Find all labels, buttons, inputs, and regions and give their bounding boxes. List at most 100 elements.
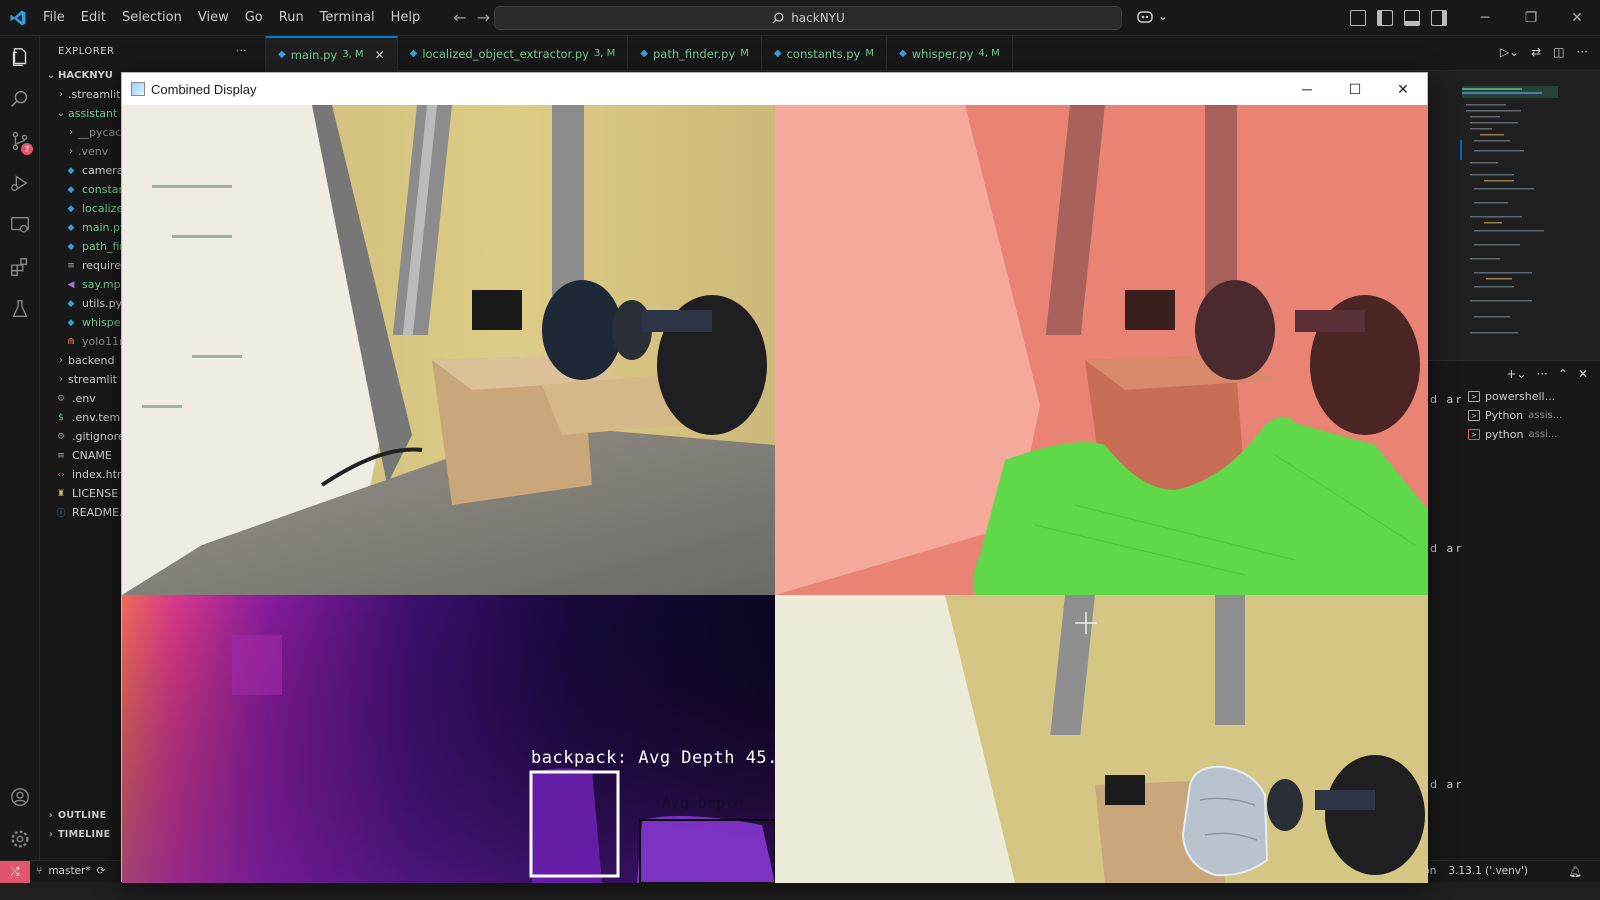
tree-item-label: LICENSE bbox=[72, 487, 119, 500]
remote-explorer-icon[interactable] bbox=[0, 204, 40, 246]
depth-map-view: backpack: Avg Depth 45.12 Avg Depth bbox=[122, 595, 775, 883]
toggle-primary-sidebar-icon[interactable] bbox=[1377, 10, 1393, 26]
terminal-icon: > bbox=[1468, 410, 1480, 421]
run-file-icon[interactable]: ▷⌄ bbox=[1500, 45, 1519, 59]
minimap[interactable] bbox=[1460, 80, 1560, 360]
run-debug-icon[interactable] bbox=[0, 162, 40, 204]
window-maximize-icon[interactable]: ☐ bbox=[1331, 73, 1379, 105]
forward-arrow-icon[interactable]: → bbox=[477, 8, 490, 27]
tree-item-label: utils.py bbox=[82, 297, 123, 310]
settings-gear-icon[interactable] bbox=[0, 818, 40, 860]
notifications-bell-icon[interactable]: 🔔︎ bbox=[1569, 865, 1582, 878]
dollar-file-icon: $ bbox=[58, 412, 64, 423]
html-file-icon: ‹› bbox=[57, 469, 65, 480]
python-file-icon: ◆ bbox=[409, 48, 418, 59]
terminal-icon: > bbox=[1468, 429, 1480, 440]
py-file-icon: ◆ bbox=[67, 222, 75, 233]
maximize-panel-icon[interactable]: ⌃ bbox=[1558, 367, 1568, 381]
customize-layout-icon[interactable] bbox=[1350, 10, 1366, 26]
tree-item-label: backend bbox=[68, 354, 115, 367]
terminal-item-powershell[interactable]: > powershell... bbox=[1468, 387, 1598, 406]
remote-indicator-icon[interactable]: ⤮ bbox=[0, 861, 30, 883]
chevron-down-icon: ⌄ bbox=[1158, 9, 1169, 23]
model-file-icon: ⋒ bbox=[67, 336, 75, 347]
branch-indicator[interactable]: ⑂ master* ⟳ bbox=[36, 865, 105, 877]
account-icon[interactable] bbox=[0, 776, 40, 818]
menu-terminal[interactable]: Terminal bbox=[313, 6, 382, 29]
copilot-button[interactable]: ⌄ bbox=[1136, 9, 1168, 25]
open-changes-icon[interactable]: ⇄ bbox=[1531, 45, 1541, 59]
new-terminal-icon[interactable]: +⌄ bbox=[1506, 367, 1526, 381]
split-editor-icon[interactable]: ◫ bbox=[1553, 45, 1564, 59]
close-icon[interactable]: ✕ bbox=[1554, 0, 1600, 36]
txt-file-icon: ≡ bbox=[57, 450, 65, 461]
menu-go[interactable]: Go bbox=[238, 6, 270, 29]
terminal-more-icon[interactable]: ··· bbox=[1536, 367, 1547, 381]
menu-bar: File Edit Selection View Go Run Terminal… bbox=[36, 6, 427, 29]
combined-display-window[interactable]: Combined Display ─ ☐ ✕ backpack: Avg Dep… bbox=[121, 72, 1428, 883]
terminal-item-python-assistant[interactable]: > Python assis... bbox=[1468, 406, 1598, 425]
py-file-icon: ◆ bbox=[67, 298, 75, 309]
tree-item-label: assistant bbox=[68, 107, 118, 120]
explorer-more-icon[interactable]: ··· bbox=[236, 46, 247, 57]
tab-main-py[interactable]: ◆ main.py 3, M ✕ bbox=[266, 36, 398, 71]
python-file-icon: ◆ bbox=[898, 48, 907, 59]
git-branch-icon: ⑂ bbox=[36, 865, 43, 877]
terminal-output-fragment: d ar bbox=[1430, 542, 1464, 555]
menu-run[interactable]: Run bbox=[272, 6, 311, 29]
tab-whisper[interactable]: ◆ whisper.py 4, M bbox=[887, 36, 1013, 71]
menu-file[interactable]: File bbox=[36, 6, 72, 29]
gear-file-icon: ⚙ bbox=[56, 393, 66, 404]
tree-item-label: .venv bbox=[78, 145, 109, 158]
menu-edit[interactable]: Edit bbox=[74, 6, 113, 29]
window-minimize-icon[interactable]: ─ bbox=[1283, 73, 1331, 105]
txt-file-icon: ≡ bbox=[67, 260, 75, 271]
close-panel-icon[interactable]: ✕ bbox=[1578, 367, 1588, 381]
tree-item-label: .streamlit bbox=[68, 88, 121, 101]
python-file-icon: ◆ bbox=[278, 49, 286, 60]
toggle-secondary-sidebar-icon[interactable] bbox=[1431, 10, 1447, 26]
tab-path-finder[interactable]: ◆ path_finder.py M bbox=[628, 36, 762, 71]
terminal-output-fragment: d ar bbox=[1430, 393, 1464, 406]
audio-file-icon: ◀ bbox=[67, 279, 75, 290]
search-icon[interactable] bbox=[0, 78, 40, 120]
chevron-right-icon: › bbox=[48, 829, 54, 840]
tab-localized-object-extractor[interactable]: ◆ localized_object_extractor.py 3, M bbox=[398, 36, 629, 71]
app-icon bbox=[131, 82, 145, 96]
tree-item-label: .gitignore bbox=[72, 430, 125, 443]
menu-help[interactable]: Help bbox=[384, 6, 428, 29]
window-title: Combined Display bbox=[151, 81, 257, 97]
terminal-icon: > bbox=[1468, 391, 1480, 402]
detection-label: backpack: Avg Depth 45.12 bbox=[531, 748, 775, 768]
python-file-icon: ◆ bbox=[773, 48, 782, 59]
window-title-bar[interactable]: Combined Display ─ ☐ ✕ bbox=[122, 73, 1427, 105]
workspace-name: hackNYU bbox=[791, 11, 845, 25]
toggle-panel-icon[interactable] bbox=[1404, 10, 1420, 26]
back-arrow-icon[interactable]: ← bbox=[453, 8, 466, 27]
tab-constants[interactable]: ◆ constants.py M bbox=[762, 36, 887, 71]
window-close-icon[interactable]: ✕ bbox=[1379, 73, 1427, 105]
restore-icon[interactable]: ❐ bbox=[1508, 0, 1554, 36]
minimize-icon[interactable]: ─ bbox=[1462, 0, 1508, 36]
menu-selection[interactable]: Selection bbox=[115, 6, 189, 29]
tree-item-label: main.py bbox=[82, 221, 127, 234]
occluded-detection-label: Avg Depth bbox=[662, 794, 743, 812]
vscode-logo-icon bbox=[0, 0, 36, 36]
extensions-icon[interactable] bbox=[0, 246, 40, 288]
menu-view[interactable]: View bbox=[191, 6, 236, 29]
camera-frame-view bbox=[122, 105, 775, 595]
chevron-right-icon: › bbox=[59, 89, 63, 100]
editor-more-icon[interactable]: ··· bbox=[1577, 45, 1588, 59]
sync-icon[interactable]: ⟳ bbox=[97, 865, 106, 877]
testing-flask-icon[interactable] bbox=[0, 288, 40, 330]
close-tab-icon[interactable]: ✕ bbox=[375, 48, 385, 62]
chevron-down-icon: ⌄ bbox=[46, 70, 56, 81]
gear-file-icon: ⚙ bbox=[56, 431, 66, 442]
py-file-icon: ◆ bbox=[67, 165, 75, 176]
terminal-output-fragment: d ar bbox=[1430, 778, 1464, 791]
terminal-item-python-active[interactable]: > python assi... bbox=[1468, 425, 1598, 444]
source-control-icon[interactable]: 7 bbox=[0, 120, 40, 162]
command-center-search[interactable]: hackNYU bbox=[494, 6, 1122, 30]
source-control-badge: 7 bbox=[21, 143, 33, 155]
explorer-icon[interactable] bbox=[0, 36, 40, 78]
